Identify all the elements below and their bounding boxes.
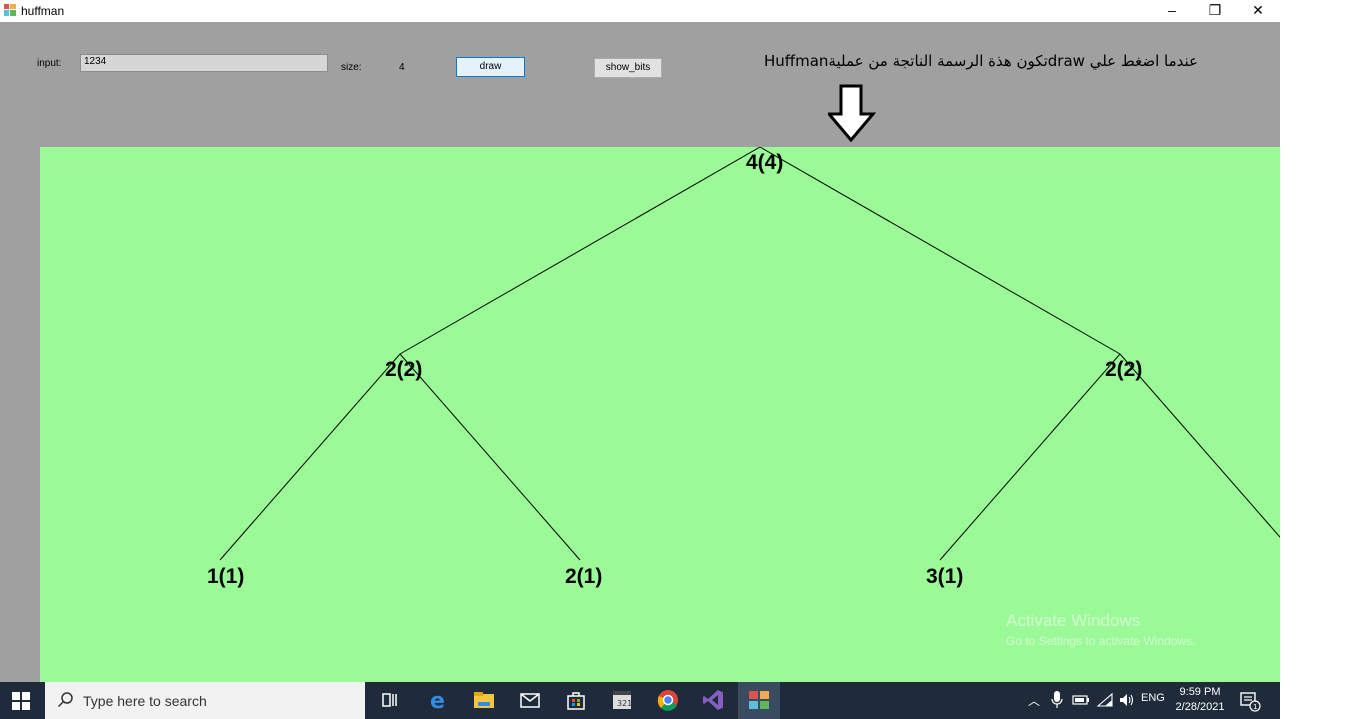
notification-center-icon[interactable]: 1: [1238, 690, 1262, 712]
edge-browser-icon[interactable]: e: [426, 688, 450, 712]
app-icon: [4, 4, 16, 16]
search-icon: [57, 692, 73, 708]
show-bits-button[interactable]: show_bits: [594, 58, 662, 78]
volume-icon[interactable]: [1118, 692, 1136, 708]
video-editor-icon[interactable]: 321: [610, 688, 634, 712]
edge-root-left: [399, 147, 761, 355]
tree-node-right: 2(2): [1105, 358, 1143, 381]
size-label: size:: [341, 62, 362, 73]
edge-right-rr: [1119, 353, 1280, 538]
active-app-tab[interactable]: [738, 682, 780, 719]
input-label: input:: [37, 58, 62, 69]
clock[interactable]: 9:59 PM 2/28/2021: [1172, 685, 1228, 715]
draw-button[interactable]: draw: [456, 57, 525, 77]
visual-studio-icon[interactable]: [701, 688, 725, 712]
window-title: huffman: [21, 4, 65, 18]
notification-count: 1: [1253, 703, 1257, 711]
activation-watermark-title: Activate Windows: [1006, 611, 1141, 630]
edge-root-right: [759, 147, 1121, 355]
chrome-icon[interactable]: [656, 688, 680, 712]
wifi-icon[interactable]: [1096, 692, 1114, 708]
microphone-icon[interactable]: [1049, 690, 1065, 710]
edge-left-ll: [219, 353, 401, 561]
language-indicator[interactable]: ENG: [1141, 692, 1165, 704]
svg-text:e: e: [430, 689, 445, 712]
task-view-icon[interactable]: [378, 688, 402, 712]
activation-watermark-subtitle: Go to Settings to activate Windows.: [1006, 634, 1196, 648]
title-bar: huffman – ❐ ✕: [0, 0, 1280, 22]
form-client-area: input: 1234 size: 4 draw show_bits عندما…: [0, 22, 1280, 682]
clock-time: 9:59 PM: [1179, 686, 1221, 698]
annotation-text: عندما اضغط علي drawتكون هذة الرسمة النات…: [763, 52, 1198, 70]
edge-right-rl: [939, 353, 1121, 561]
battery-icon[interactable]: [1072, 692, 1090, 708]
taskbar: Type here to search e 321 ︿ ENG 9:59 PM …: [0, 682, 1280, 719]
store-icon[interactable]: [564, 688, 588, 712]
huffman-app-icon: [749, 691, 769, 709]
minimize-button[interactable]: –: [1150, 0, 1194, 20]
close-button[interactable]: ✕: [1236, 0, 1280, 20]
windows-start-icon[interactable]: [12, 692, 30, 710]
down-arrow-icon: [828, 84, 876, 143]
clock-date: 2/28/2021: [1175, 701, 1225, 713]
file-explorer-icon[interactable]: [472, 688, 496, 712]
size-value: 4: [399, 62, 405, 73]
svg-text:321: 321: [617, 699, 632, 708]
taskbar-search-box[interactable]: Type here to search: [45, 682, 365, 719]
tree-node-lr: 2(1): [565, 565, 603, 588]
tree-edges: [219, 147, 1280, 561]
input-field[interactable]: 1234: [80, 54, 328, 72]
edge-left-lr: [399, 353, 581, 561]
search-placeholder: Type here to search: [83, 693, 207, 709]
tree-node-ll: 1(1): [207, 565, 245, 588]
tray-chevron-icon[interactable]: ︿: [1028, 692, 1040, 709]
tree-node-left: 2(2): [385, 358, 423, 381]
restore-button[interactable]: ❐: [1193, 0, 1237, 20]
tree-node-rl: 3(1): [926, 565, 964, 588]
desktop-margin: [1280, 0, 1360, 719]
tree-node-root: 4(4): [746, 151, 784, 174]
tree-canvas: 4(4) 2(2) 2(2) 1(1) 2(1) 3(1): [40, 147, 1280, 682]
mail-icon[interactable]: [518, 688, 542, 712]
